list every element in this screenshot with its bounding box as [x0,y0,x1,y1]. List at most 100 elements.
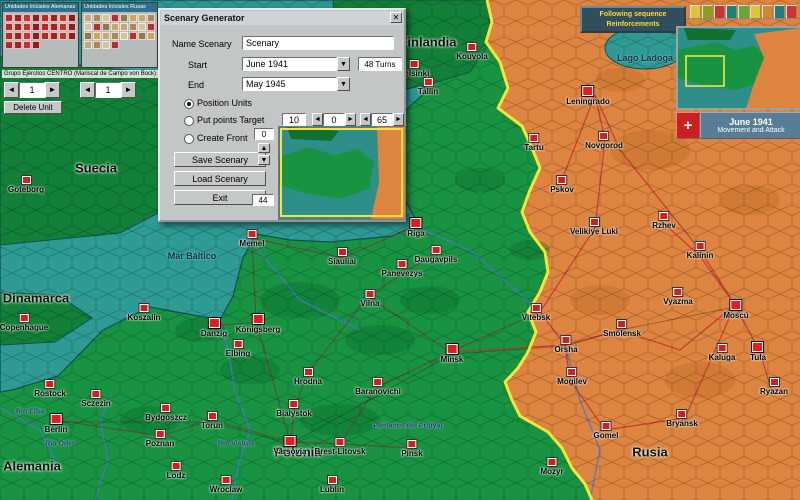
medic-cross-icon[interactable]: + [676,112,700,139]
unit-counter[interactable] [68,23,76,31]
map-y-down-arrow[interactable]: ▼ [258,155,270,165]
unit-counter[interactable] [5,41,13,49]
unit-counter[interactable] [138,14,146,22]
unit-counter[interactable] [59,32,67,40]
unit-counter[interactable] [59,23,67,31]
unit-counter[interactable] [111,14,119,22]
unit-counter[interactable] [14,41,22,49]
create-front-radio[interactable] [184,134,194,144]
load-scenary-button[interactable]: Load Scenary [174,171,266,186]
map-y2-value[interactable]: 44 [252,194,274,206]
unit-counter[interactable] [147,14,155,22]
following-sequence-button[interactable]: Following sequence Reinforcements [580,6,686,33]
unit-counter[interactable] [41,14,49,22]
unit-counter[interactable] [102,41,110,49]
unit-counter[interactable] [147,32,155,40]
map-x2-left-arrow[interactable]: ◄ [360,113,371,126]
dialog-title-bar[interactable]: Scenary Generator [161,11,403,25]
unit-counter[interactable] [147,23,155,31]
unit-counter[interactable] [111,23,119,31]
unit-counter[interactable] [32,23,40,31]
unit-counter[interactable] [14,23,22,31]
map-x-left-arrow[interactable]: ◄ [312,113,323,126]
put-points-input[interactable]: 10 [282,113,306,126]
delete-unit-button[interactable]: Delete Unit [4,101,62,114]
unit-counter[interactable] [5,32,13,40]
unit-counter[interactable] [84,32,92,40]
unit-counter[interactable] [50,32,58,40]
unit-counter[interactable] [93,41,101,49]
russian-spinner-left-arrow[interactable]: ◄ [80,82,95,98]
unit-counter[interactable] [111,41,119,49]
toolbar-button-6[interactable] [750,5,761,19]
unit-counter[interactable] [102,32,110,40]
unit-counter[interactable] [50,23,58,31]
unit-counter[interactable] [41,23,49,31]
toolbar-button-3[interactable] [714,5,725,19]
map-y-up-arrow[interactable]: ▲ [258,143,270,153]
chevron-down-icon[interactable]: ▼ [337,77,350,91]
start-dropdown[interactable]: June 1941 ▼ [242,57,350,71]
unit-counter[interactable] [93,32,101,40]
unit-counter[interactable] [23,32,31,40]
russian-spinner-value[interactable]: 1 [95,82,121,98]
save-scenary-button[interactable]: Save Scenary [174,152,266,167]
map-x-value[interactable]: 0 [323,113,345,126]
unit-counter[interactable] [32,41,40,49]
unit-counter[interactable] [84,41,92,49]
unit-counter[interactable] [84,14,92,22]
unit-counter[interactable] [120,32,128,40]
unit-counter[interactable] [111,32,119,40]
toolbar-button-9[interactable] [786,5,797,19]
toolbar-button-7[interactable] [762,5,773,19]
unit-counter[interactable] [41,32,49,40]
unit-counter[interactable] [5,23,13,31]
close-icon[interactable]: ✕ [390,12,402,23]
toolbar-button-1[interactable] [690,5,701,19]
unit-counter[interactable] [32,14,40,22]
unit-counter[interactable] [129,23,137,31]
scenary-name-input[interactable]: Scenary [242,36,394,50]
unit-counter[interactable] [50,14,58,22]
end-dropdown[interactable]: May 1945 ▼ [242,77,350,91]
toolbar-button-2[interactable] [702,5,713,19]
chevron-down-icon[interactable]: ▼ [337,57,350,71]
unit-counter[interactable] [120,23,128,31]
map-x-right-arrow[interactable]: ► [345,113,356,126]
german-spinner-right-arrow[interactable]: ► [45,82,60,98]
map-preview[interactable] [278,126,406,220]
unit-counter[interactable] [5,14,13,22]
toolbar-button-4[interactable] [726,5,737,19]
put-points-radio[interactable] [184,116,194,126]
unit-counter[interactable] [129,32,137,40]
unit-counter[interactable] [23,41,31,49]
map-y-value[interactable]: 0 [254,128,274,140]
unit-counter[interactable] [23,23,31,31]
unit-counter[interactable] [32,32,40,40]
unit-counter[interactable] [14,32,22,40]
unit-counter[interactable] [84,23,92,31]
unit-counter[interactable] [93,14,101,22]
map-x2-value[interactable]: 65 [371,113,393,126]
german-spinner-value[interactable]: 1 [19,82,45,98]
unit-counter[interactable] [120,14,128,22]
unit-counter[interactable] [68,14,76,22]
unit-counter[interactable] [23,14,31,22]
unit-counter[interactable] [93,23,101,31]
unit-counter[interactable] [138,32,146,40]
map-x2-right-arrow[interactable]: ► [393,113,404,126]
name-scenary-label: Name Scenary [172,39,232,49]
german-spinner-left-arrow[interactable]: ◄ [4,82,19,98]
unit-counter[interactable] [59,14,67,22]
unit-counter[interactable] [68,32,76,40]
toolbar-button-8[interactable] [774,5,785,19]
unit-counter[interactable] [14,14,22,22]
unit-counter[interactable] [129,14,137,22]
unit-counter[interactable] [102,23,110,31]
overview-minimap[interactable] [676,26,800,110]
unit-counter[interactable] [102,14,110,22]
unit-counter[interactable] [138,23,146,31]
toolbar-button-5[interactable] [738,5,749,19]
position-units-radio[interactable] [184,99,194,109]
russian-spinner-right-arrow[interactable]: ► [121,82,136,98]
